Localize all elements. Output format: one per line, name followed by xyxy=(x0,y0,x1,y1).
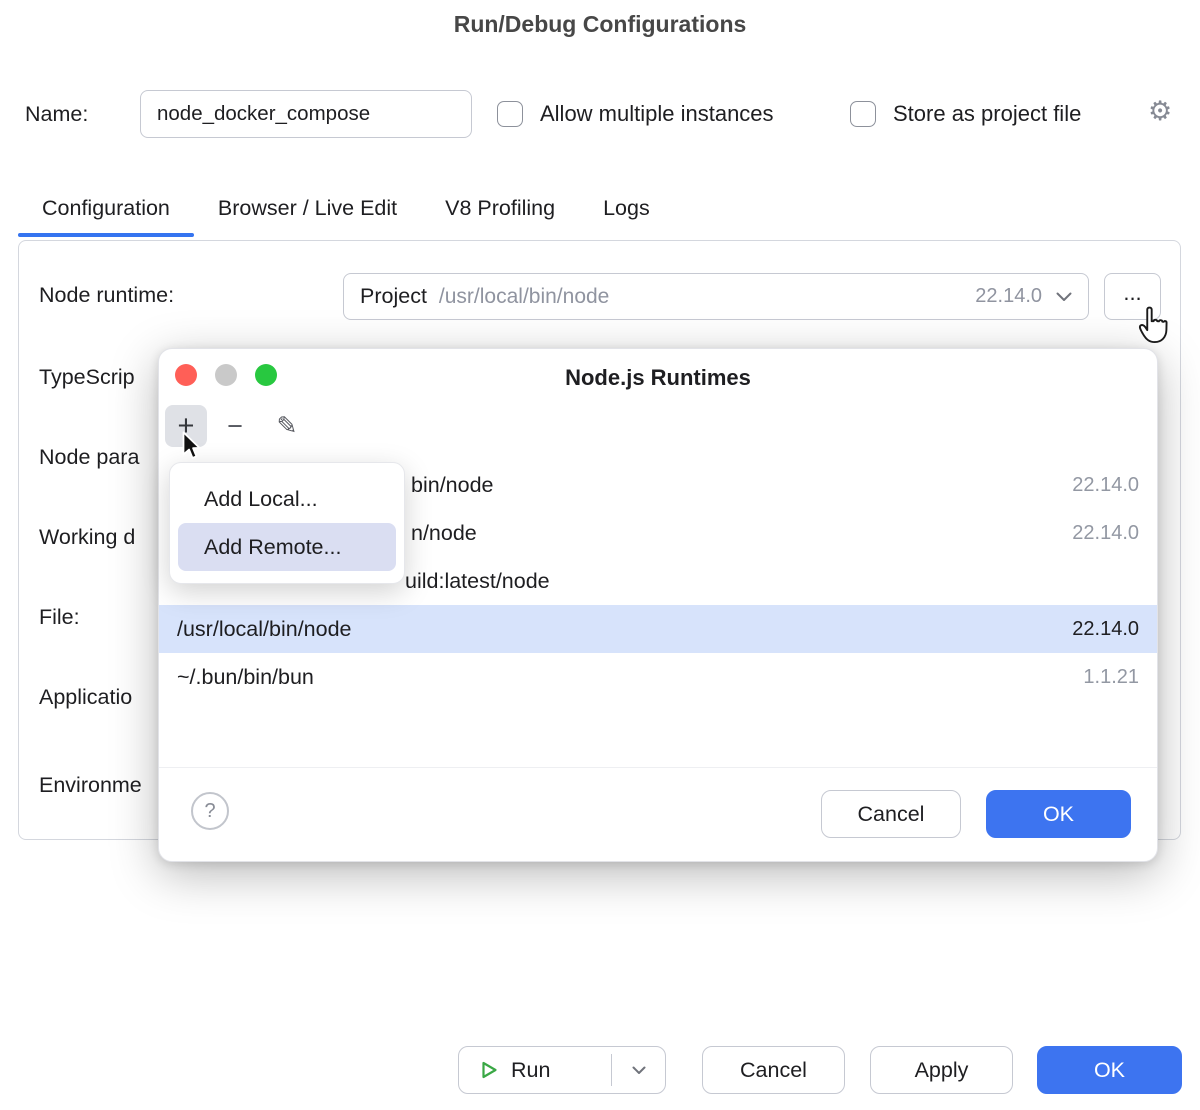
add-runtime-menu: Add Local... Add Remote... xyxy=(169,462,405,584)
mouse-arrow-cursor xyxy=(180,431,202,466)
dialog-ok-button[interactable]: OK xyxy=(986,790,1131,838)
apply-button[interactable]: Apply xyxy=(870,1046,1013,1094)
store-as-project-file-checkbox[interactable] xyxy=(850,101,876,127)
runtime-list-item[interactable]: ~/.bun/bin/bun 1.1.21 xyxy=(159,653,1157,701)
help-icon[interactable]: ? xyxy=(191,792,229,830)
environment-variables-label: Environme xyxy=(39,773,142,798)
nodejs-runtimes-dialog: Node.js Runtimes + − ✎ bin/node 22.14.0 … xyxy=(158,348,1158,862)
chevron-down-icon xyxy=(1056,292,1072,302)
node-runtime-label: Node runtime: xyxy=(39,283,174,308)
menu-item-add-remote[interactable]: Add Remote... xyxy=(178,523,396,571)
run-button-label: Run xyxy=(511,1058,550,1083)
tab-logs[interactable]: Logs xyxy=(579,182,674,238)
runtime-list-item-selected[interactable]: /usr/local/bin/node 22.14.0 xyxy=(159,605,1157,653)
tab-bar: Configuration Browser / Live Edit V8 Pro… xyxy=(18,182,674,238)
play-icon xyxy=(479,1060,499,1080)
mouse-hand-cursor xyxy=(1136,306,1168,349)
remove-runtime-button[interactable]: − xyxy=(214,405,256,447)
application-parameters-label: Applicatio xyxy=(39,685,132,710)
file-label: File: xyxy=(39,605,80,630)
dialog-cancel-button[interactable]: Cancel xyxy=(821,790,961,838)
node-runtime-combobox[interactable]: Project /usr/local/bin/node 22.14.0 xyxy=(343,273,1089,320)
dialog-title: Node.js Runtimes xyxy=(159,349,1157,405)
run-debug-configurations-window: Run/Debug Configurations Name: Allow mul… xyxy=(0,0,1200,1110)
name-input[interactable] xyxy=(140,90,472,138)
cancel-button[interactable]: Cancel xyxy=(702,1046,845,1094)
tab-browser-live-edit[interactable]: Browser / Live Edit xyxy=(194,182,421,238)
runtime-path: /usr/local/bin/node xyxy=(439,285,609,309)
dialog-footer: ? Cancel OK xyxy=(159,767,1157,861)
store-as-project-file-label: Store as project file xyxy=(893,90,1081,138)
typescript-label: TypeScrip xyxy=(39,365,135,390)
node-parameters-label: Node para xyxy=(39,445,139,470)
run-button[interactable]: Run xyxy=(458,1046,666,1094)
tab-v8-profiling[interactable]: V8 Profiling xyxy=(421,182,579,238)
gear-icon[interactable]: ⚙ xyxy=(1148,95,1172,127)
ok-button[interactable]: OK xyxy=(1037,1046,1182,1094)
runtime-version: 22.14.0 xyxy=(975,285,1042,308)
name-label: Name: xyxy=(25,90,88,138)
runtime-project-prefix: Project xyxy=(360,284,427,309)
allow-multiple-instances-label: Allow multiple instances xyxy=(540,90,774,138)
run-dropdown-chevron-icon[interactable] xyxy=(611,1047,667,1093)
menu-item-add-local[interactable]: Add Local... xyxy=(178,475,396,523)
tab-configuration[interactable]: Configuration xyxy=(18,182,194,238)
allow-multiple-instances-checkbox[interactable] xyxy=(497,101,523,127)
window-title: Run/Debug Configurations xyxy=(0,11,1200,38)
edit-runtime-button[interactable]: ✎ xyxy=(266,405,308,447)
working-directory-label: Working d xyxy=(39,525,135,550)
